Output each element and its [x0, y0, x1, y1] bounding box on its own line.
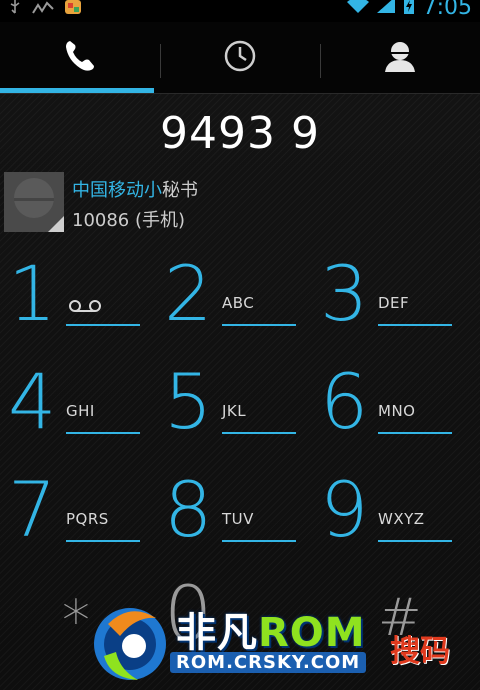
watermark: 非凡ROM ROM.CRSKY.COM 搜码 — [90, 596, 480, 690]
clock-icon — [223, 39, 257, 77]
key-digit: 5 — [164, 357, 213, 446]
key-digit: 4 — [8, 357, 57, 446]
voicemail-icon — [68, 298, 102, 317]
key-digit: 2 — [164, 249, 213, 338]
key-digit: 6 — [320, 357, 369, 446]
key-letters: PQRS — [66, 510, 109, 528]
wifi-icon — [346, 0, 369, 17]
watermark-url: ROM.CRSKY.COM — [170, 652, 367, 673]
key-digit: 3 — [320, 249, 369, 338]
name-rest: 秘书 — [162, 180, 198, 201]
key-4[interactable]: 4 GHI — [0, 348, 156, 456]
watermark-brand: 非凡ROM — [176, 600, 366, 658]
key-underline — [378, 540, 452, 542]
key-letters: MNO — [378, 402, 416, 420]
suggestion-number: 10086 (手机) — [72, 210, 186, 231]
tab-recent[interactable] — [160, 22, 320, 94]
phone-icon — [62, 38, 98, 78]
key-7[interactable]: 7 PQRS — [0, 456, 156, 564]
watermark-side-text: 搜码 — [390, 634, 450, 669]
key-9[interactable]: 9 WXYZ — [312, 456, 468, 564]
key-letters: JKL — [222, 402, 247, 420]
brand-rom: ROM — [258, 610, 366, 656]
key-digit: 8 — [164, 465, 213, 554]
key-letters: DEF — [378, 294, 410, 312]
key-8[interactable]: 8 TUV — [156, 456, 312, 564]
key-underline — [222, 432, 296, 434]
battery-charging-icon — [403, 0, 415, 18]
signal-icon — [376, 0, 395, 17]
brand-logo-icon — [90, 596, 172, 690]
key-2[interactable]: 2 ABC — [156, 240, 312, 348]
key-letters: WXYZ — [378, 510, 425, 528]
dialer-screen: 7:05 9493 9 中国移动小秘书 10086 (手机) 1 2 ABC 3… — [0, 0, 480, 690]
key-underline — [66, 324, 140, 326]
key-digit: * — [62, 589, 90, 654]
usb-icon — [8, 0, 22, 19]
key-underline — [222, 540, 296, 542]
suggestion-name: 中国移动小秘书 — [72, 176, 198, 202]
tabs-divider — [0, 93, 480, 94]
avatar — [4, 172, 64, 232]
key-digit: 7 — [8, 465, 57, 554]
key-3[interactable]: 3 DEF — [312, 240, 468, 348]
key-5[interactable]: 5 JKL — [156, 348, 312, 456]
key-digit: 1 — [8, 249, 57, 338]
key-underline — [222, 324, 296, 326]
key-letters: TUV — [222, 510, 254, 528]
dialer-tabs — [0, 22, 480, 94]
tab-phone[interactable] — [0, 22, 160, 94]
key-1[interactable]: 1 — [0, 240, 156, 348]
key-underline — [66, 432, 140, 434]
activity-icon — [32, 0, 54, 19]
dialed-number[interactable]: 9493 9 — [0, 100, 480, 168]
person-icon — [382, 38, 418, 78]
quick-contact-badge — [48, 216, 64, 232]
contact-suggestion[interactable]: 中国移动小秘书 10086 (手机) — [0, 170, 480, 234]
brand-cn: 非凡 — [176, 610, 258, 656]
key-digit: 9 — [320, 465, 369, 554]
tab-contacts[interactable] — [320, 22, 480, 94]
name-match: 中国移动小 — [72, 180, 162, 201]
key-letters: GHI — [66, 402, 95, 420]
key-6[interactable]: 6 MNO — [312, 348, 468, 456]
key-letters: ABC — [222, 294, 255, 312]
key-underline — [378, 324, 452, 326]
status-clock: 7:05 — [422, 0, 472, 20]
key-underline — [378, 432, 452, 434]
status-bar: 7:05 — [0, 0, 480, 22]
app-notification-icon — [64, 0, 82, 19]
key-underline — [66, 540, 140, 542]
